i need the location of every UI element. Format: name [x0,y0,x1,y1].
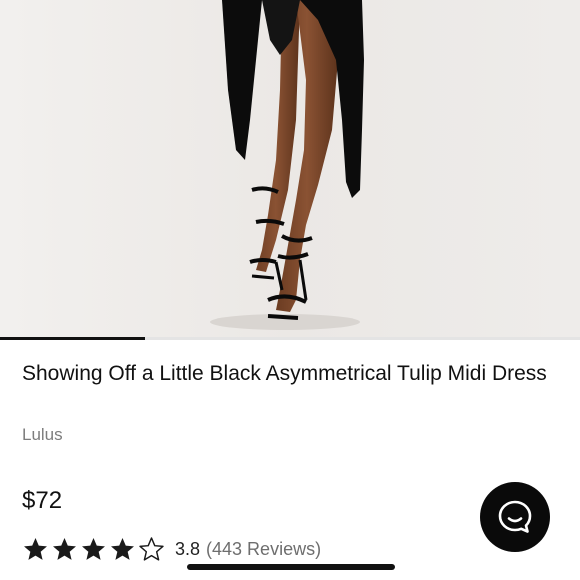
product-image[interactable] [0,0,580,340]
brand-name[interactable]: Lulus [22,425,63,445]
chat-bubble-icon [498,500,532,533]
product-photo [0,0,580,340]
star-filled-icon [111,537,134,560]
review-count-link[interactable]: (443 Reviews) [206,539,321,560]
star-empty-icon [139,536,164,561]
star-filled-icon [53,537,76,560]
star-rating [22,536,167,563]
rating-value: 3.8 [175,538,201,559]
gallery-progress-fill [0,337,145,340]
gallery-progress-track [0,337,580,340]
home-indicator [187,564,395,570]
chat-button[interactable] [480,482,550,552]
star-filled-icon [82,537,105,560]
rating-row[interactable]: 3.8 (443 Reviews) [22,534,321,564]
product-price: $72 [22,487,63,514]
star-filled-icon [24,537,47,560]
product-title: Showing Off a Little Black Asymmetrical … [22,362,547,385]
